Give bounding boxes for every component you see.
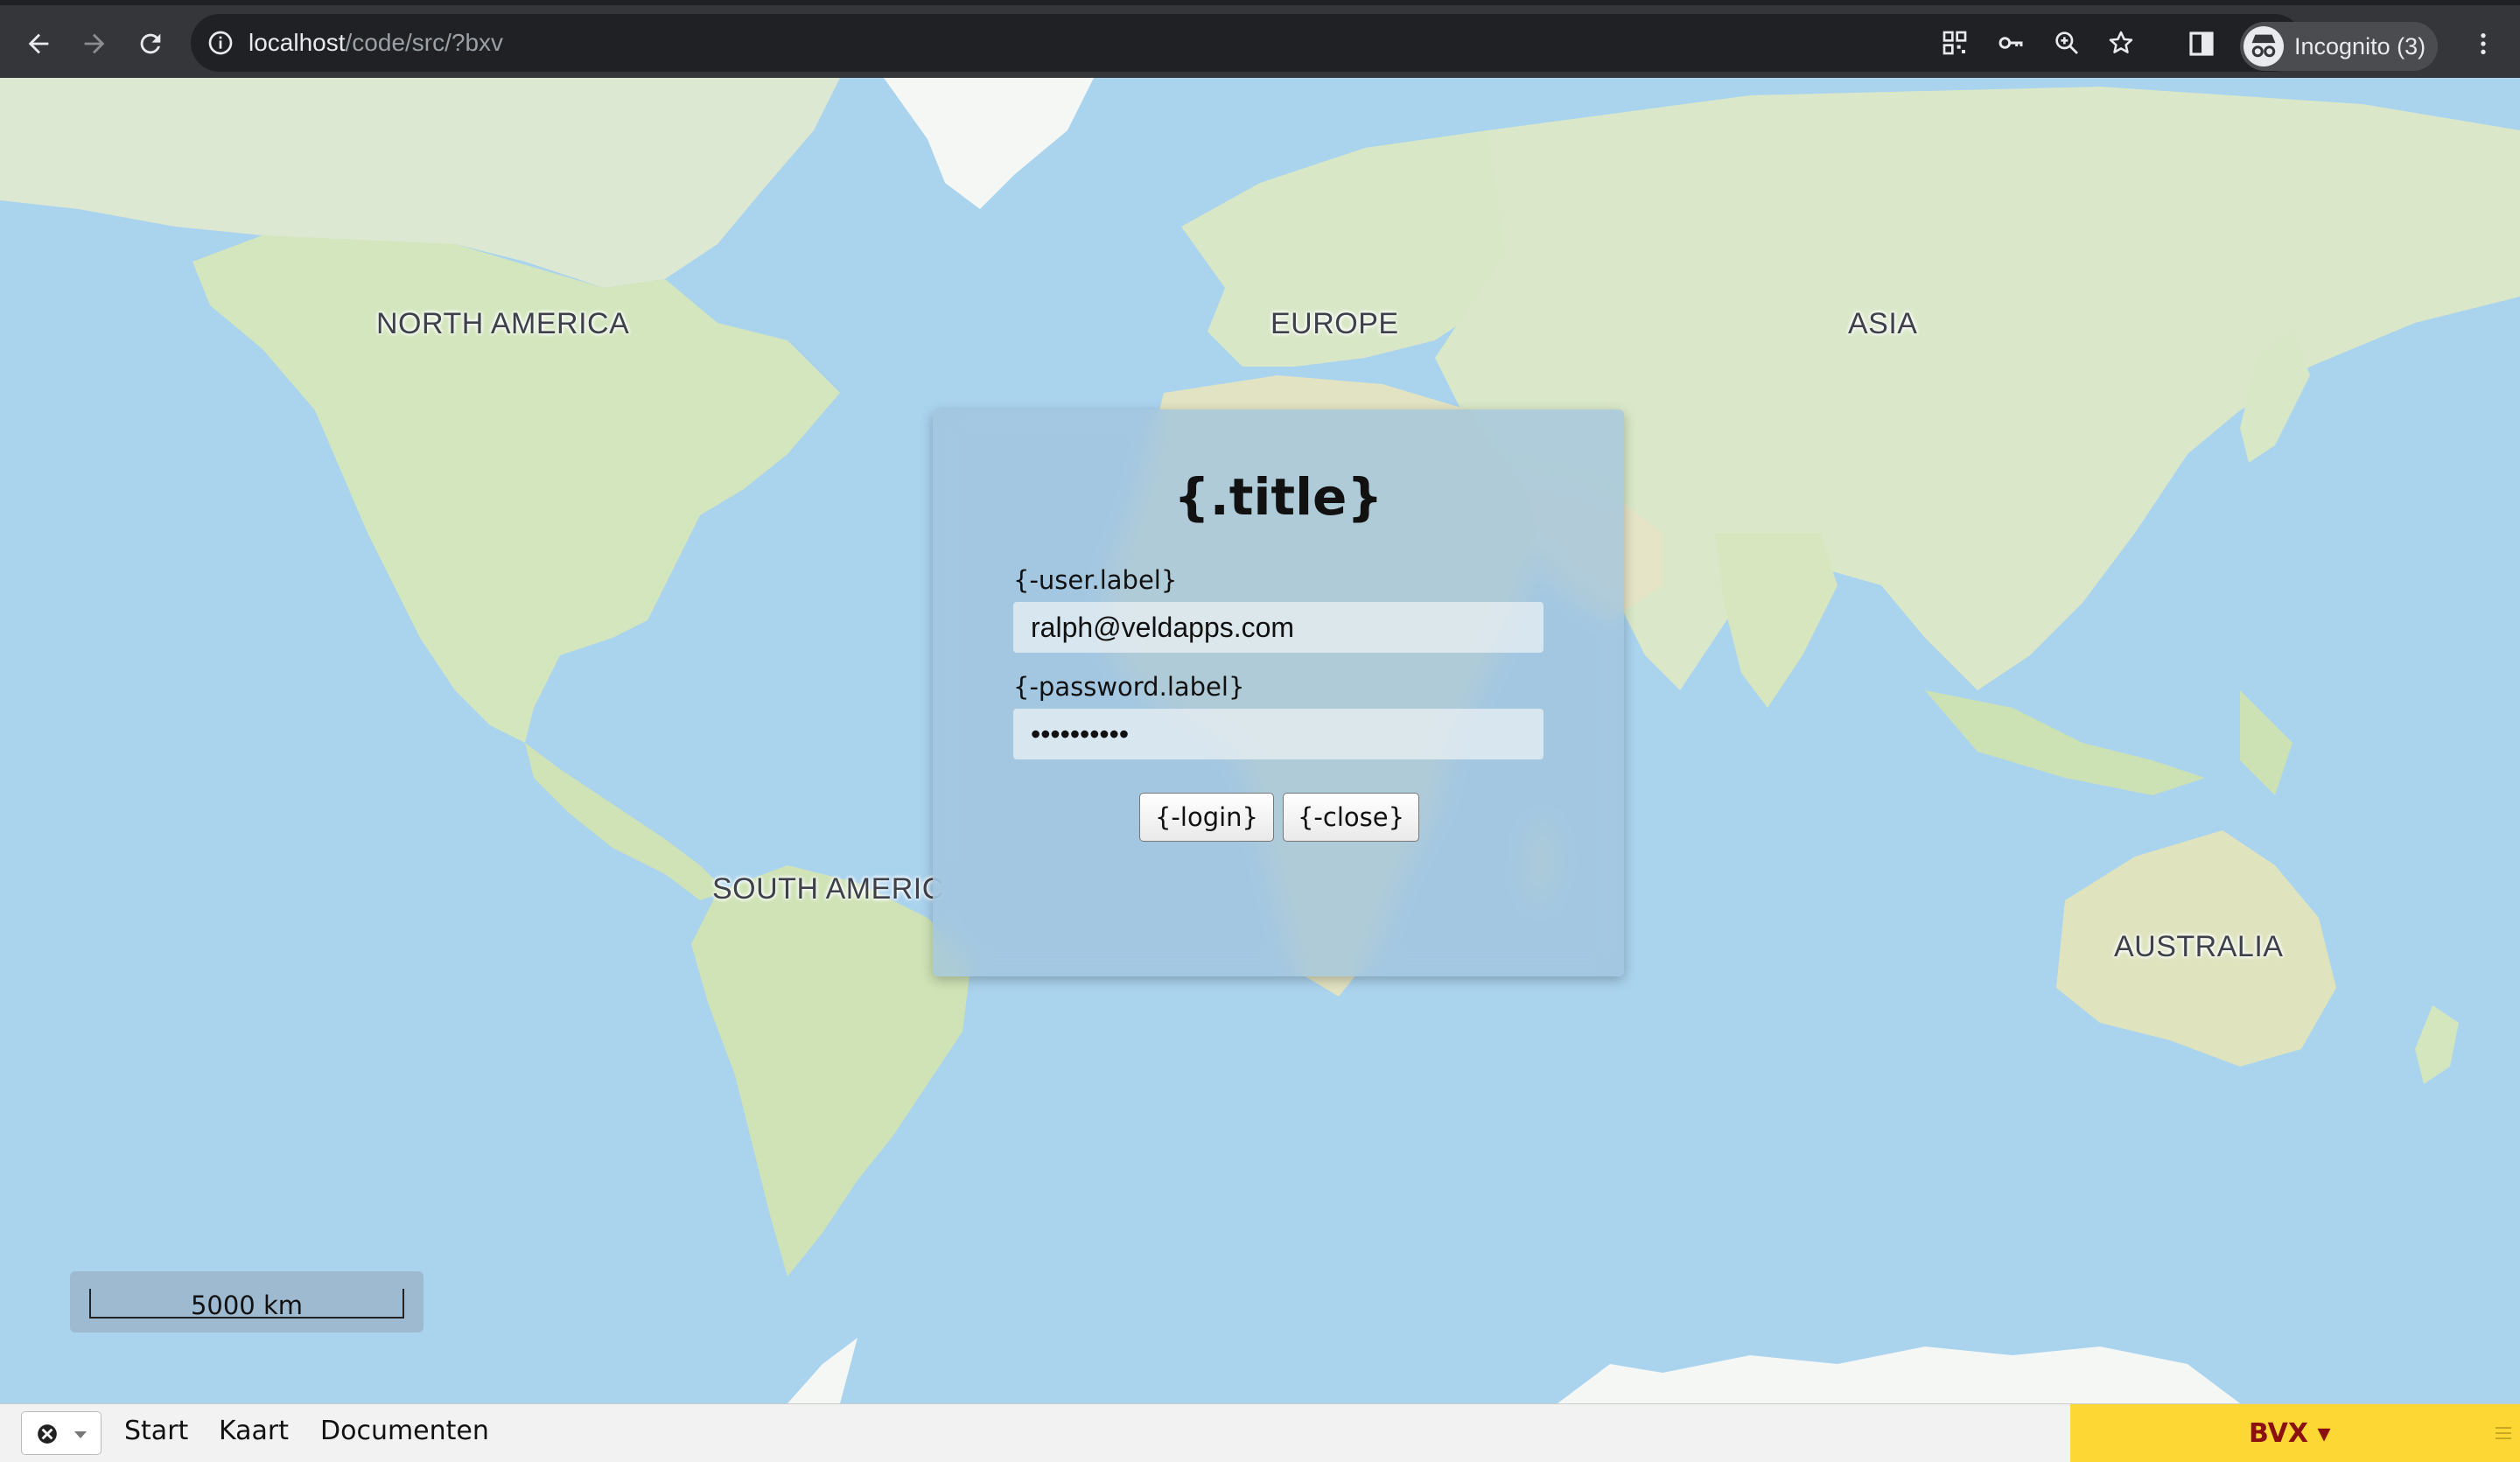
menu-lines-icon[interactable] [2494,1424,2513,1443]
bvx-app-button[interactable]: BVX ▾ [2070,1404,2520,1462]
tab-documenten[interactable]: Documenten [320,1416,489,1446]
label-north-america: NORTH AMERICA [376,307,630,340]
more-menu-icon[interactable] [2469,30,2497,58]
forward-arrow-icon [84,33,105,54]
tab-start[interactable]: Start [124,1416,188,1446]
user-input[interactable] [1013,602,1544,653]
bottom-toolbar: Start Kaart Documenten BVX ▾ [0,1403,2520,1462]
incognito-profile-button[interactable]: Incognito (3) [2240,22,2438,71]
user-label: {-user.label} [1013,565,1178,595]
chevron-down-icon [74,1431,87,1438]
label-asia: ASIA [1848,307,1918,340]
profile-label: Incognito (3) [2294,33,2426,59]
label-australia: AUSTRALIA [2114,930,2284,963]
forward-button[interactable] [72,21,117,66]
bvx-label: BVX ▾ [2249,1418,2331,1449]
key-icon[interactable] [1997,29,2025,57]
settings-dropdown-button[interactable] [21,1411,102,1455]
site-info-icon [208,31,233,55]
zoom-icon[interactable] [2053,29,2081,57]
map-scale: 5000 km [70,1271,424,1333]
qr-code-icon[interactable] [1941,29,1969,57]
url-host: localhost [248,29,346,56]
scale-label: 5000 km [190,1291,304,1320]
login-dialog: {.title} {-user.label} {-password.label}… [933,409,1624,976]
side-panel-icon[interactable] [2188,30,2216,58]
close-button[interactable]: {-close} [1283,793,1419,842]
browser-toolbar: localhost/code/src/?bxv Incognito (3) [0,0,2520,78]
settings-icon [38,1424,57,1444]
url-path: /code/src/?bxv [345,29,504,56]
login-button[interactable]: {-login} [1139,793,1274,842]
back-button[interactable] [16,21,61,66]
reload-icon [140,33,161,54]
reload-button[interactable] [128,21,173,66]
dialog-title: {.title} [1173,467,1383,527]
password-label: {-password.label} [1013,672,1245,702]
back-arrow-icon [28,33,49,54]
password-input[interactable] [1013,709,1544,759]
label-europe: EUROPE [1270,307,1399,340]
incognito-icon [2244,26,2284,66]
label-south-america: SOUTH AMERIC [712,872,944,906]
bookmark-star-icon[interactable] [2107,29,2135,57]
address-bar[interactable]: localhost/code/src/?bxv [191,14,2303,72]
tab-kaart[interactable]: Kaart [219,1416,289,1446]
url-text: localhost/code/src/?bxv [248,29,503,57]
